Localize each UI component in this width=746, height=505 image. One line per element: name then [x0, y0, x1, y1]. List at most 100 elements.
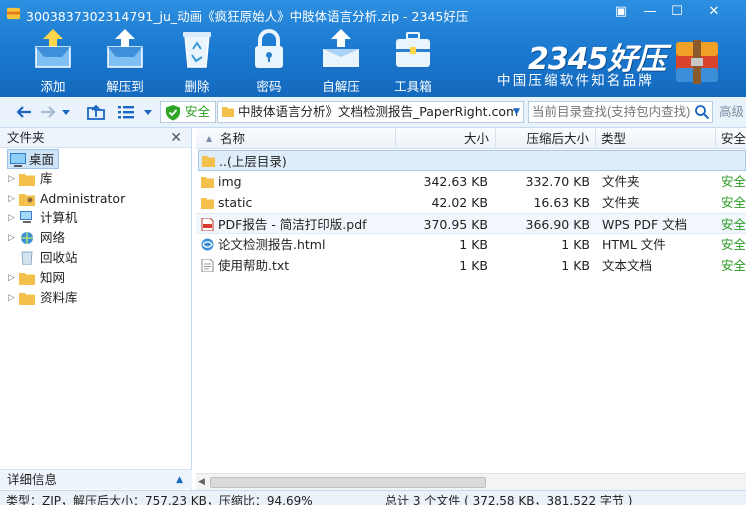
up-folder-icon[interactable]	[86, 102, 106, 122]
file-safety: 安全	[721, 195, 746, 210]
desktop-icon	[10, 153, 26, 167]
tree-item-desktop[interactable]: 桌面	[7, 149, 59, 169]
column-size[interactable]: 大小	[396, 128, 496, 149]
add-label: 添加	[40, 79, 66, 94]
table-row[interactable]: PDF报告 - 简洁打印版.pdf 370.95 KB 366.90 KB WP…	[196, 213, 746, 234]
self-extract-button[interactable]: 自解压	[306, 25, 376, 95]
folder-tree-pane: 文件夹 ✕ 桌面 ▷ 库 ▷ Administrator ▷ 计算机 ▷ 网络 …	[0, 128, 192, 490]
folder-icon	[201, 198, 214, 209]
table-row[interactable]: static 42.02 KB 16.63 KB 文件夹 安全	[196, 192, 746, 213]
text-file-icon	[201, 259, 214, 272]
expand-arrow-icon[interactable]: ▷	[8, 228, 15, 248]
archive-box-logo-icon	[676, 40, 718, 84]
search-input[interactable]	[528, 101, 713, 123]
folder-icon	[202, 156, 215, 167]
forward-arrow-icon[interactable]	[38, 102, 58, 122]
close-icon[interactable]: ✕	[170, 128, 182, 148]
file-name: PDF报告 - 简洁打印版.pdf	[218, 217, 367, 232]
file-list-header: ▲ 名称 大小 压缩后大小 类型 安全	[196, 128, 746, 149]
file-size: 370.95 KB	[423, 217, 488, 232]
file-safety: 安全	[721, 258, 746, 273]
network-icon	[21, 232, 33, 244]
file-type: HTML 文件	[602, 237, 666, 252]
file-type: 文件夹	[602, 174, 640, 189]
horizontal-scrollbar[interactable]: ◀	[196, 473, 746, 490]
password-label: 密码	[256, 79, 282, 94]
parent-directory-label: ..(上层目录)	[219, 154, 287, 169]
toolbox-icon	[396, 32, 430, 67]
lock-icon	[255, 29, 283, 68]
column-safety[interactable]: 安全	[716, 128, 746, 149]
extract-icon	[107, 29, 143, 68]
parent-directory-row[interactable]: ..(上层目录)	[198, 150, 746, 171]
back-arrow-icon[interactable]	[14, 102, 34, 122]
extract-to-button[interactable]: 解压到	[90, 25, 160, 95]
file-packed-size: 1 KB	[561, 237, 590, 252]
self-extract-icon	[323, 29, 359, 67]
column-name[interactable]: ▲ 名称	[196, 128, 396, 149]
expand-arrow-icon[interactable]: ▷	[8, 169, 15, 189]
search-icon[interactable]	[694, 104, 710, 120]
file-packed-size: 16.63 KB	[533, 195, 590, 210]
path-field[interactable]: 中肢体语言分析》文档检测报告_PaperRight.com ▼	[217, 101, 524, 123]
self-extract-label: 自解压	[322, 79, 360, 94]
forward-dropdown-icon[interactable]	[60, 102, 72, 122]
table-row[interactable]: 论文检测报告.html 1 KB 1 KB HTML 文件 安全	[196, 234, 746, 255]
skin-button[interactable]: ▣	[609, 2, 633, 22]
tree-label: 知网	[40, 270, 66, 285]
tree-label: 计算机	[40, 210, 78, 225]
close-button[interactable]: ✕	[694, 2, 734, 22]
column-type[interactable]: 类型	[596, 128, 716, 149]
scroll-left-icon[interactable]: ◀	[198, 477, 205, 487]
delete-label: 删除	[184, 79, 210, 94]
folder-icon	[19, 273, 35, 285]
safety-badge[interactable]: 安全	[160, 101, 216, 123]
file-size: 1 KB	[459, 258, 488, 273]
address-bar: 安全 中肢体语言分析》文档检测报告_PaperRight.com ▼ 高级	[0, 97, 746, 128]
expand-arrow-icon[interactable]: ▷	[8, 288, 15, 308]
collapse-arrow-icon[interactable]: ▲	[176, 470, 183, 490]
file-type: 文件夹	[602, 195, 640, 210]
folder-icon	[19, 293, 35, 305]
file-name: static	[218, 195, 253, 210]
expand-arrow-icon[interactable]: ▷	[8, 268, 15, 288]
column-packed-size[interactable]: 压缩后大小	[496, 128, 596, 149]
delete-button[interactable]: 删除	[162, 25, 232, 95]
expand-arrow-icon[interactable]: ▷	[8, 208, 15, 228]
path-dropdown-icon[interactable]: ▼	[513, 102, 520, 122]
maximize-button[interactable]: ☐	[665, 2, 689, 22]
add-button[interactable]: 添加	[18, 25, 88, 95]
advanced-search-button[interactable]: 高级	[719, 101, 744, 123]
title-toolbar-banner: 3003837302314791_ju_动画《疯狂原始人》中肢体语言分析.zip…	[0, 0, 746, 97]
details-pane-header[interactable]: 详细信息 ▲	[0, 469, 192, 489]
view-dropdown-icon[interactable]	[142, 102, 154, 122]
password-button[interactable]: 密码	[234, 25, 304, 95]
file-safety: 安全	[721, 174, 746, 189]
file-total-text: 总计 3 个文件 ( 372.58 KB，381,522 字节 )	[385, 494, 633, 505]
table-row[interactable]: img 342.63 KB 332.70 KB 文件夹 安全	[196, 171, 746, 192]
computer-icon	[20, 211, 32, 223]
app-icon	[6, 7, 21, 20]
safety-label: 安全	[185, 104, 211, 119]
file-type: WPS PDF 文档	[602, 217, 688, 232]
file-packed-size: 366.90 KB	[525, 217, 590, 232]
expand-arrow-icon[interactable]: ▷	[8, 189, 15, 209]
file-size: 42.02 KB	[431, 195, 488, 210]
tree-label: 网络	[40, 230, 66, 245]
tree-label: 库	[40, 171, 53, 186]
add-box-icon	[35, 29, 71, 68]
table-row[interactable]: 使用帮助.txt 1 KB 1 KB 文本文档 安全	[196, 255, 746, 276]
folder-icon	[222, 107, 234, 117]
toolbox-button[interactable]: 工具箱	[378, 25, 448, 95]
library-icon	[19, 174, 35, 186]
minimize-button[interactable]: —	[638, 2, 662, 22]
details-title: 详细信息	[7, 472, 58, 487]
file-size: 342.63 KB	[423, 174, 488, 189]
scrollbar-thumb[interactable]	[210, 477, 486, 488]
archive-info-text: 类型：ZIP，解压后大小：757.23 KB，压缩比：94.69%	[6, 494, 313, 505]
view-list-icon[interactable]	[116, 102, 136, 122]
toolbox-label: 工具箱	[394, 79, 432, 94]
recycle-bin-icon	[21, 251, 33, 265]
status-bar: 类型：ZIP，解压后大小：757.23 KB，压缩比：94.69% 总计 3 个…	[0, 490, 746, 505]
file-packed-size: 1 KB	[561, 258, 590, 273]
